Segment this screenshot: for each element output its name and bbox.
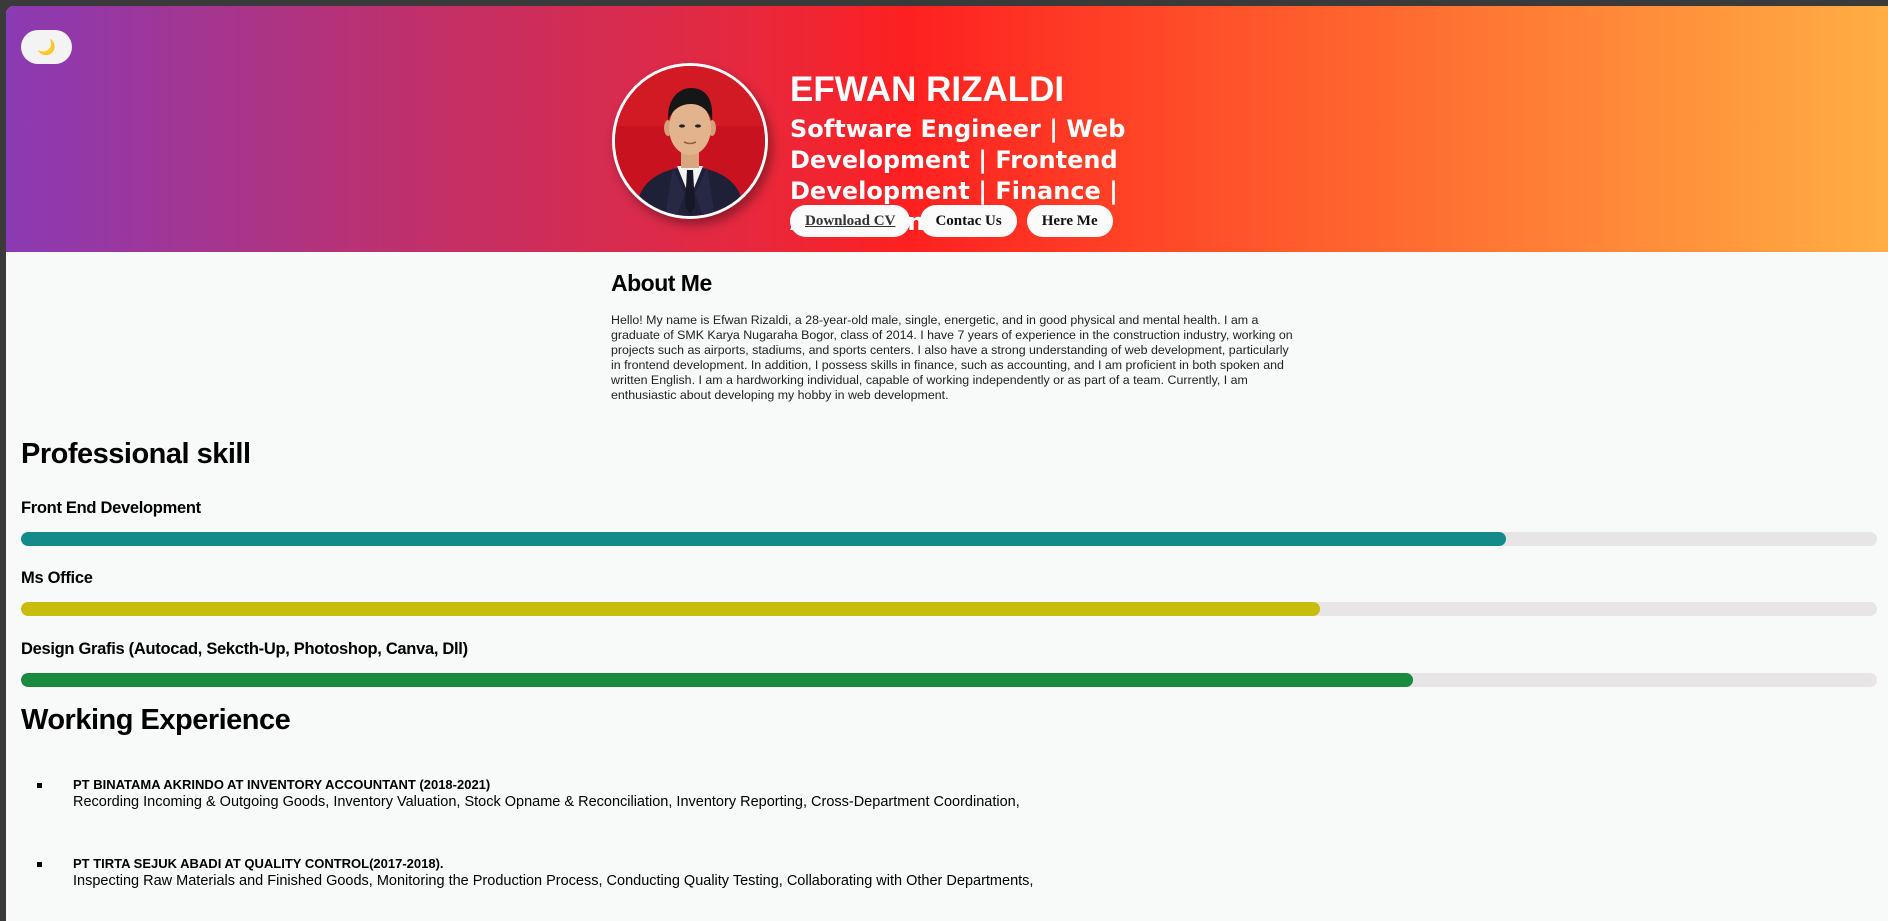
experience-description: Recording Incoming & Outgoing Goods, Inv… xyxy=(73,794,1020,810)
experience-title: Working Experience xyxy=(21,704,291,736)
hire-me-button[interactable]: Here Me xyxy=(1026,205,1113,237)
experience-list: PT BINATAMA AKRINDO AT INVENTORY ACCOUNT… xyxy=(21,776,1821,921)
hero-buttons: Download CV Contac Us Here Me xyxy=(790,205,1113,237)
about-title: About Me xyxy=(611,270,712,296)
skill-design-grafis: Design Grafis (Autocad, Sekcth-Up, Photo… xyxy=(21,639,1877,687)
skill-progress-fill xyxy=(21,532,1506,546)
contact-us-button[interactable]: Contac Us xyxy=(920,205,1017,237)
profile-photo xyxy=(615,66,765,216)
skill-progress-fill xyxy=(21,673,1413,687)
skill-label: Design Grafis (Autocad, Sekcth-Up, Photo… xyxy=(21,640,468,658)
skill-ms-office: Ms Office xyxy=(21,568,1877,616)
moon-icon: 🌙 xyxy=(37,39,56,56)
about-section: About Me Hello! My name is Efwan Rizaldi… xyxy=(611,268,1293,403)
skill-label: Ms Office xyxy=(21,569,93,587)
skills-title: Professional skill xyxy=(21,438,251,470)
bullet-icon xyxy=(37,862,42,867)
page: 🌙 EFWAN RIZALDI Software Engineer | Web … xyxy=(6,6,1888,921)
skill-progress-track xyxy=(21,673,1877,687)
experience-heading: PT BINATAMA AKRINDO AT INVENTORY ACCOUNT… xyxy=(73,777,491,792)
hero-header: 🌙 EFWAN RIZALDI Software Engineer | Web … xyxy=(6,6,1888,252)
about-text: Hello! My name is Efwan Rizaldi, a 28-ye… xyxy=(611,313,1293,402)
avatar xyxy=(612,63,768,219)
skill-front-end: Front End Development xyxy=(21,498,1877,546)
download-cv-button[interactable]: Download CV xyxy=(790,205,911,237)
experience-description: Inspecting Raw Materials and Finished Go… xyxy=(73,873,1034,889)
list-item: PT TIRTA SEJUK ABADI AT QUALITY CONTROL(… xyxy=(21,855,1821,921)
list-item: PT BINATAMA AKRINDO AT INVENTORY ACCOUNT… xyxy=(21,776,1821,855)
skill-label: Front End Development xyxy=(21,499,201,517)
skill-progress-track xyxy=(21,532,1877,546)
bullet-icon xyxy=(37,783,42,788)
skill-progress-fill xyxy=(21,602,1321,616)
profile-name: EFWAN RIZALDI xyxy=(790,70,1065,109)
skill-progress-track xyxy=(21,602,1877,616)
experience-heading: PT TIRTA SEJUK ABADI AT QUALITY CONTROL(… xyxy=(73,856,444,871)
theme-toggle-button[interactable]: 🌙 xyxy=(21,30,72,64)
